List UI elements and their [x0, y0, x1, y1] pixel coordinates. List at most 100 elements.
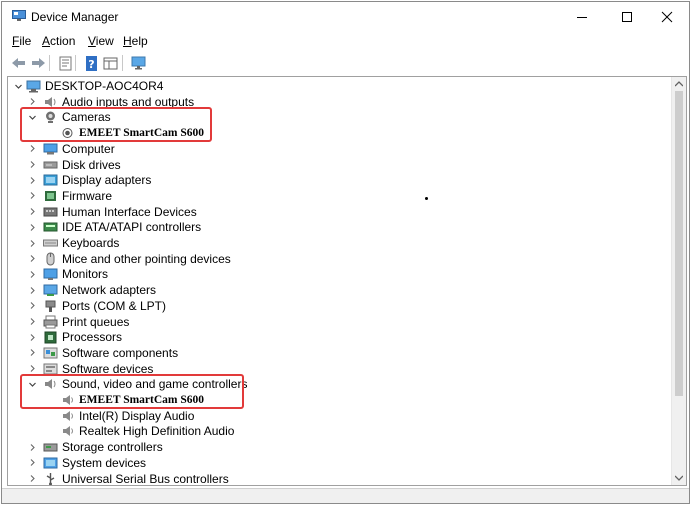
tree-label: Disk drives [62, 157, 121, 172]
tree-row-usb[interactable]: Universal Serial Bus controllers [8, 471, 668, 486]
grid-view-button[interactable] [101, 54, 119, 72]
tree-row-root[interactable]: DESKTOP-AOC4OR4 [8, 78, 668, 94]
expand-toggle[interactable] [26, 472, 38, 486]
tree-row-display[interactable]: Display adapters [8, 172, 668, 188]
expand-toggle[interactable] [26, 267, 38, 281]
back-arrow-button[interactable] [9, 54, 27, 72]
scroll-down-icon [675, 475, 683, 481]
tree-row-processors[interactable]: Processors [8, 329, 668, 345]
tree-row-sound-intel[interactable]: Intel(R) Display Audio [8, 408, 668, 424]
expand-toggle[interactable] [26, 315, 38, 329]
expand-toggle[interactable] [26, 173, 38, 187]
disk-drive-icon [43, 161, 58, 168]
expand-toggle[interactable] [26, 220, 38, 234]
minimize-button[interactable] [571, 7, 593, 27]
tree-row-mice[interactable]: Mice and other pointing devices [8, 251, 668, 267]
toolbar-separator [122, 55, 123, 71]
title-bar[interactable]: Device Manager [2, 2, 689, 32]
tree-row-ide[interactable]: IDE ATA/ATAPI controllers [8, 219, 668, 235]
tree-row-hid[interactable]: Human Interface Devices [8, 204, 668, 220]
tree-icon [43, 189, 58, 203]
expand-right-icon [30, 318, 35, 325]
expand-toggle[interactable] [26, 346, 38, 360]
tree-row-sysdev[interactable]: System devices [8, 455, 668, 471]
expand-toggle[interactable] [26, 283, 38, 297]
tree-icon [43, 173, 58, 187]
highlight-box-sound [20, 374, 244, 409]
expand-down-icon [14, 84, 22, 89]
tree-row-firmware[interactable]: Firmware [8, 188, 668, 204]
tree-label: Software components [62, 345, 179, 360]
tree-label: IDE ATA/ATAPI controllers [62, 220, 202, 235]
expand-right-icon [30, 161, 35, 168]
expand-toggle[interactable] [26, 205, 38, 219]
tree-row-keyboards[interactable]: Keyboards [8, 235, 668, 251]
scroll-up-button[interactable] [672, 77, 686, 91]
expand-right-icon [30, 349, 35, 357]
expand-toggle[interactable] [26, 440, 38, 454]
expand-right-icon [30, 223, 35, 231]
processor-icon [44, 331, 57, 344]
expand-toggle[interactable] [26, 189, 38, 203]
toolbar: ? [2, 52, 689, 74]
device-tree[interactable]: DESKTOP-AOC4OR4 Audio inputs and outputs C… [7, 76, 687, 486]
tree-icon [43, 236, 58, 250]
expand-toggle[interactable] [26, 330, 38, 344]
expand-right-icon [30, 208, 35, 215]
storage-controller-icon [43, 443, 58, 452]
tree-row-storage[interactable]: Storage controllers [8, 439, 668, 455]
expand-right-icon [30, 255, 35, 263]
software-component-icon [43, 347, 58, 359]
monitor-scan-button[interactable] [129, 54, 147, 72]
expand-right-icon [30, 475, 35, 482]
tree-label: Ports (COM & LPT) [62, 298, 167, 313]
scroll-down-button[interactable] [672, 471, 686, 485]
forward-arrow-button[interactable] [29, 54, 47, 72]
tree-row-disk[interactable]: Disk drives [8, 157, 668, 173]
tree-icon [43, 220, 58, 234]
menu-file[interactable]: File [12, 34, 31, 48]
usb-icon [46, 472, 55, 485]
tree-row-swcomp[interactable]: Software components [8, 345, 668, 361]
toolbar-separator [75, 55, 76, 71]
help-icon: ? [85, 55, 97, 71]
menu-bar: File Action View Help [2, 33, 689, 51]
expand-toggle[interactable] [26, 456, 38, 470]
expand-right-icon [30, 286, 35, 294]
menu-file-label: ile [19, 34, 32, 48]
menu-action[interactable]: Action [42, 34, 75, 48]
expand-right-icon [30, 443, 35, 451]
tree-label: Realtek High Definition Audio [79, 424, 235, 439]
close-button[interactable] [656, 7, 678, 27]
tree-icon [43, 330, 58, 344]
expand-right-icon [30, 145, 35, 153]
close-icon [661, 11, 673, 23]
expand-toggle[interactable] [26, 299, 38, 313]
tree-row-sound-realtek[interactable]: Realtek High Definition Audio [8, 423, 668, 439]
properties-button[interactable] [56, 54, 74, 72]
scroll-thumb[interactable] [675, 91, 683, 396]
device-manager-icon [12, 10, 26, 21]
menu-view[interactable]: View [88, 34, 114, 48]
expand-right-icon [30, 302, 35, 310]
expand-toggle[interactable] [26, 252, 38, 266]
tree-icon [43, 456, 58, 470]
root-computer-icon [26, 80, 41, 93]
maximize-button[interactable] [616, 7, 638, 27]
port-icon [45, 300, 56, 312]
expand-toggle[interactable] [26, 236, 38, 250]
expand-toggle[interactable] [26, 142, 38, 156]
tree-row-monitors[interactable]: Monitors [8, 266, 668, 282]
expand-toggle[interactable] [12, 79, 24, 93]
menu-help[interactable]: Help [123, 34, 148, 48]
help-button[interactable]: ? [82, 54, 100, 72]
tree-label: Firmware [62, 188, 112, 203]
vertical-scrollbar[interactable] [671, 77, 686, 485]
tree-row-ports[interactable]: Ports (COM & LPT) [8, 298, 668, 314]
tree-row-print[interactable]: Print queues [8, 314, 668, 330]
expand-right-icon [30, 333, 35, 341]
tree-row-computer[interactable]: Computer [8, 141, 668, 157]
expand-toggle[interactable] [26, 158, 38, 172]
maximize-icon [622, 12, 632, 22]
tree-row-network[interactable]: Network adapters [8, 282, 668, 298]
